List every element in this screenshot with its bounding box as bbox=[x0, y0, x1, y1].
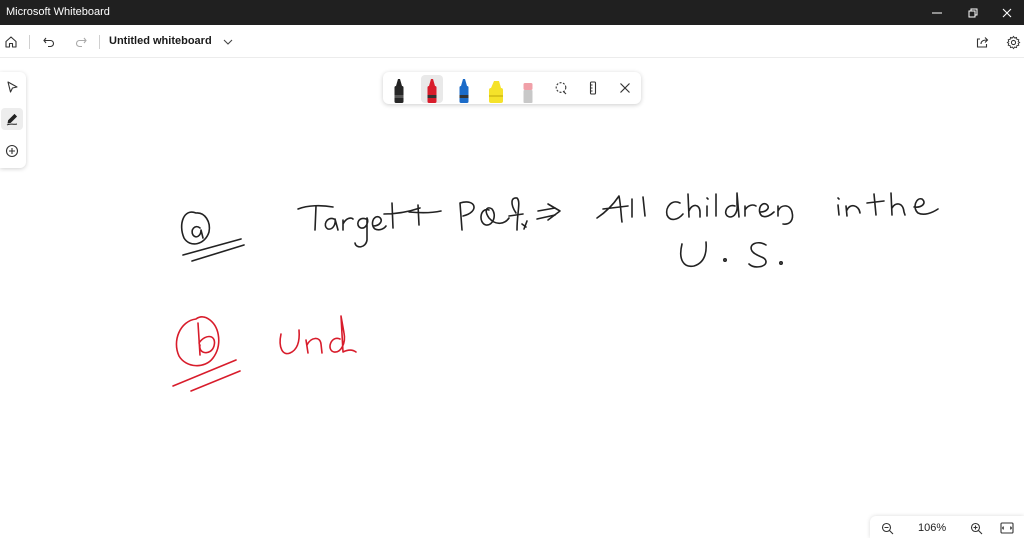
home-button[interactable] bbox=[0, 31, 22, 53]
board-menu-button[interactable] bbox=[217, 31, 239, 53]
pointer-icon bbox=[7, 81, 18, 93]
fit-to-screen-button[interactable] bbox=[998, 519, 1016, 537]
restore-button[interactable] bbox=[956, 0, 990, 25]
toolbar-divider bbox=[99, 35, 100, 49]
share-icon bbox=[976, 37, 989, 48]
settings-icon bbox=[1006, 35, 1020, 49]
plus-circle-icon bbox=[5, 144, 19, 158]
close-pen-tray-button[interactable] bbox=[614, 77, 636, 99]
zoom-level[interactable]: 106% bbox=[918, 522, 946, 534]
zoom-out-button[interactable] bbox=[878, 519, 896, 537]
app-toolbar: Untitled whiteboard bbox=[0, 25, 1024, 58]
blue-pen[interactable] bbox=[453, 75, 475, 103]
black-pen-icon bbox=[394, 79, 404, 103]
home-icon bbox=[5, 36, 17, 48]
pen-icon bbox=[6, 113, 18, 126]
whiteboard-canvas[interactable] bbox=[0, 58, 1024, 538]
toolbar-divider bbox=[29, 35, 30, 49]
minimize-icon bbox=[932, 12, 942, 13]
black-pen[interactable] bbox=[388, 75, 410, 103]
zoom-in-icon bbox=[970, 522, 982, 534]
chevron-down-icon bbox=[223, 39, 233, 45]
redo-icon bbox=[76, 37, 87, 48]
board-title[interactable]: Untitled whiteboard bbox=[109, 35, 212, 47]
lasso-icon bbox=[555, 82, 567, 95]
close-icon bbox=[620, 83, 630, 93]
undo-button[interactable] bbox=[38, 31, 60, 53]
ruler-button[interactable] bbox=[582, 77, 604, 99]
add-content-button[interactable] bbox=[1, 140, 23, 162]
zoom-in-button[interactable] bbox=[967, 519, 985, 537]
title-bar: Microsoft Whiteboard bbox=[0, 0, 1024, 25]
left-toolbar bbox=[0, 72, 26, 168]
restore-icon bbox=[968, 8, 978, 17]
inking-tool-button[interactable] bbox=[1, 108, 23, 130]
yellow-highlighter[interactable] bbox=[485, 75, 507, 103]
zoom-out-icon bbox=[881, 522, 893, 534]
select-tool-button[interactable] bbox=[1, 76, 23, 98]
highlighter-icon bbox=[489, 81, 503, 103]
red-pen[interactable] bbox=[421, 75, 443, 103]
red-ink-strokes bbox=[172, 315, 357, 392]
redo-button[interactable] bbox=[70, 31, 92, 53]
minimize-button[interactable] bbox=[920, 0, 954, 25]
ruler-icon bbox=[589, 81, 597, 95]
red-pen-icon bbox=[427, 79, 437, 103]
lasso-select-button[interactable] bbox=[550, 77, 572, 99]
fit-screen-icon bbox=[1000, 522, 1014, 534]
pen-tray bbox=[383, 72, 641, 104]
settings-button[interactable] bbox=[1002, 31, 1024, 53]
close-window-button[interactable] bbox=[990, 0, 1024, 25]
close-icon bbox=[1002, 8, 1012, 17]
app-title: Microsoft Whiteboard bbox=[6, 6, 110, 18]
eraser-icon bbox=[523, 83, 533, 103]
blue-pen-icon bbox=[459, 79, 469, 103]
zoom-controls: 106% bbox=[870, 516, 1024, 538]
eraser[interactable] bbox=[517, 75, 539, 103]
black-ink-strokes bbox=[180, 192, 939, 268]
undo-icon bbox=[43, 37, 54, 48]
share-button[interactable] bbox=[971, 31, 993, 53]
